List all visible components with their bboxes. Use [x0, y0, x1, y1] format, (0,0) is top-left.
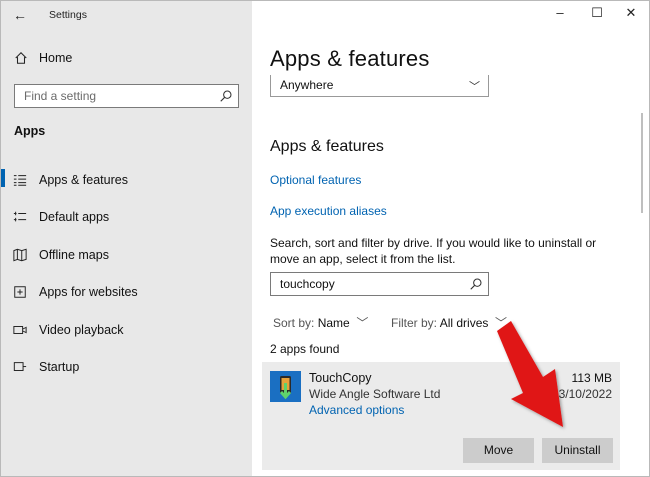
- window-title: Settings: [49, 9, 87, 21]
- sidebar-item-default-apps[interactable]: Default apps: [1, 199, 252, 237]
- video-playback-icon: [13, 325, 27, 334]
- sidebar-item-apps-for-websites[interactable]: Apps for websites: [1, 274, 252, 312]
- minimize-icon[interactable]: –: [550, 5, 570, 20]
- app-install-date: 3/10/2022: [558, 387, 612, 401]
- app-publisher: Wide Angle Software Ltd: [309, 387, 441, 401]
- sidebar-item-label: Startup: [39, 360, 80, 375]
- sidebar-nav: Apps & features Default apps Offline map…: [1, 161, 252, 386]
- app-search-value: touchcopy: [280, 277, 335, 291]
- page-title: Apps & features: [270, 46, 430, 71]
- default-apps-icon: [13, 212, 27, 222]
- app-list-item[interactable]: TouchCopy Wide Angle Software Ltd Advanc…: [262, 362, 620, 470]
- settings-window: ← Settings Home Find a setting Apps Apps…: [0, 0, 650, 477]
- move-button[interactable]: Move: [463, 438, 534, 463]
- apps-found-count: 2 apps found: [270, 342, 340, 356]
- sidebar-item-apps-features[interactable]: Apps & features: [1, 161, 252, 199]
- sidebar-item-label: Default apps: [39, 210, 110, 225]
- main-content: – ☐ ✕ Apps & features Anywhere ﹀ Apps & …: [252, 1, 649, 476]
- maximize-icon[interactable]: ☐: [587, 5, 607, 21]
- home-label: Home: [39, 51, 73, 65]
- filter-label: Filter by:: [391, 316, 438, 330]
- app-size: 113 MB: [571, 371, 612, 385]
- search-icon[interactable]: [469, 277, 483, 291]
- install-source-value: Anywhere: [280, 78, 334, 92]
- chevron-down-icon: ﹀: [353, 316, 369, 330]
- sort-value: Name: [317, 316, 350, 330]
- sidebar-item-video-playback[interactable]: Video playback: [1, 311, 252, 349]
- sidebar-item-startup[interactable]: Startup: [1, 349, 252, 387]
- app-name: TouchCopy: [309, 371, 372, 385]
- home-icon: [15, 52, 27, 64]
- section-title: Apps & features: [270, 138, 384, 155]
- find-setting-input[interactable]: Find a setting: [14, 84, 239, 108]
- touchcopy-app-icon: [270, 371, 301, 402]
- find-setting-placeholder: Find a setting: [24, 89, 97, 103]
- close-icon[interactable]: ✕: [621, 5, 641, 21]
- sort-label: Sort by:: [273, 316, 315, 330]
- sidebar-item-label: Video playback: [39, 322, 124, 337]
- apps-for-websites-icon: [14, 286, 26, 298]
- startup-icon: [13, 362, 27, 372]
- filter-by-dropdown[interactable]: Filter by: All drives ﹀: [391, 314, 507, 331]
- chevron-down-icon: ﹀: [491, 316, 508, 330]
- uninstall-button[interactable]: Uninstall: [542, 438, 613, 463]
- description-text: Search, sort and filter by drive. If you…: [270, 236, 597, 266]
- apps-features-icon: [13, 174, 27, 186]
- sidebar-section-title: Apps: [14, 124, 46, 138]
- search-icon[interactable]: [219, 89, 233, 103]
- app-search-input[interactable]: touchcopy: [270, 272, 489, 296]
- install-source-dropdown[interactable]: Anywhere ﹀: [270, 75, 489, 97]
- sidebar: ← Settings Home Find a setting Apps Apps…: [1, 1, 252, 476]
- scrollbar[interactable]: [641, 113, 643, 213]
- sidebar-item-label: Offline maps: [39, 247, 109, 262]
- sidebar-item-offline-maps[interactable]: Offline maps: [1, 236, 252, 274]
- optional-features-link[interactable]: Optional features: [270, 173, 361, 187]
- back-arrow-icon[interactable]: ←: [9, 6, 31, 24]
- advanced-options-link[interactable]: Advanced options: [309, 403, 404, 417]
- title-bar: ← Settings: [1, 1, 252, 31]
- sort-by-dropdown[interactable]: Sort by: Name ﹀: [273, 314, 368, 331]
- offline-maps-icon: [13, 248, 27, 262]
- home-link[interactable]: Home: [14, 51, 72, 65]
- chevron-down-icon: ﹀: [469, 81, 480, 93]
- filter-value: All drives: [439, 316, 489, 330]
- app-execution-aliases-link[interactable]: App execution aliases: [270, 204, 387, 218]
- sidebar-item-label: Apps for websites: [39, 285, 138, 300]
- sidebar-item-label: Apps & features: [39, 172, 128, 187]
